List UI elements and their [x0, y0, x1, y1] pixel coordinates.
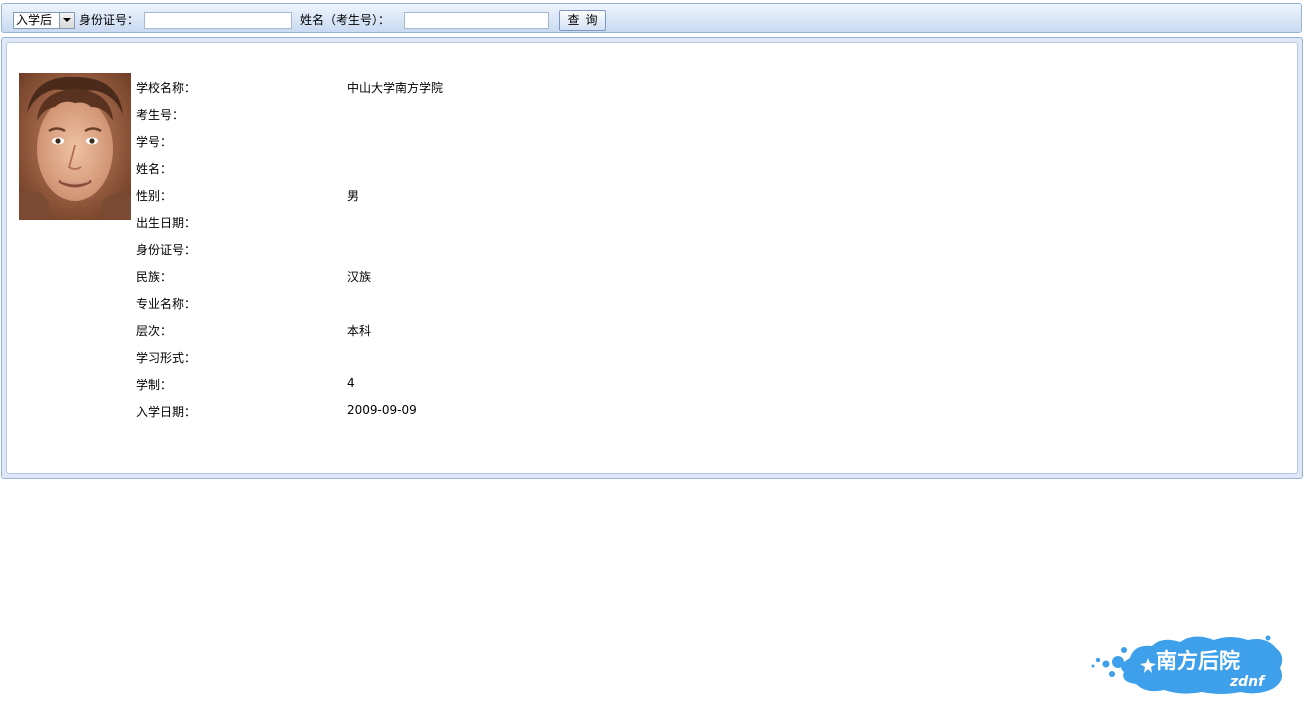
- search-toolbar: 入学后 身份证号： 姓名（考生号）： 查询: [1, 3, 1302, 33]
- id-number-input[interactable]: [144, 12, 292, 29]
- student-photo: [19, 73, 131, 220]
- info-row-gender: 性别： 男: [136, 181, 836, 208]
- info-row-exam-number: 考生号：: [136, 100, 836, 127]
- info-label: 考生号：: [136, 108, 185, 122]
- info-label: 性别：: [136, 189, 173, 203]
- info-value: 4: [347, 376, 355, 390]
- info-value: 本科: [347, 324, 372, 338]
- info-row-study-form: 学习形式：: [136, 343, 836, 370]
- info-row-birth-date: 出生日期：: [136, 208, 836, 235]
- logo-subtext: zdnf: [1229, 674, 1266, 690]
- splash-logo-icon: 南方后院 zdnf: [1091, 635, 1283, 694]
- info-label: 出生日期：: [136, 216, 197, 230]
- info-label: 身份证号：: [136, 243, 197, 257]
- info-value: 中山大学南方学院: [347, 81, 444, 95]
- info-label: 入学日期：: [136, 405, 197, 419]
- student-info-table: 学校名称： 中山大学南方学院 考生号： 学号： 姓名： 性别： 男 出生日期： …: [136, 73, 836, 424]
- info-value: 男: [347, 189, 360, 203]
- chevron-down-icon[interactable]: [59, 13, 74, 28]
- info-value: 2009-09-09: [347, 403, 417, 417]
- info-row-school: 学校名称： 中山大学南方学院: [136, 73, 836, 100]
- logo-text: 南方后院: [1156, 649, 1240, 673]
- info-label: 学习形式：: [136, 351, 197, 365]
- info-label: 姓名：: [136, 162, 173, 176]
- info-label: 民族：: [136, 270, 173, 284]
- info-row-name: 姓名：: [136, 154, 836, 181]
- site-logo: 南方后院 zdnf: [1090, 634, 1286, 696]
- query-button[interactable]: 查询: [559, 10, 606, 31]
- info-label: 学校名称：: [136, 81, 197, 95]
- info-value: 汉族: [347, 270, 372, 284]
- info-row-enrollment-date: 入学日期： 2009-09-09: [136, 397, 836, 424]
- info-row-duration: 学制： 4: [136, 370, 836, 397]
- info-row-major: 专业名称：: [136, 289, 836, 316]
- name-label: 姓名（考生号）：: [300, 13, 391, 27]
- portrait-image: [19, 73, 131, 220]
- info-row-ethnicity: 民族： 汉族: [136, 262, 836, 289]
- info-label: 专业名称：: [136, 297, 197, 311]
- info-label: 层次：: [136, 324, 173, 338]
- name-input[interactable]: [404, 12, 549, 29]
- stage-select-value: 入学后: [16, 13, 53, 27]
- info-label: 学制：: [136, 378, 173, 392]
- stage-select[interactable]: 入学后: [13, 12, 75, 29]
- info-row-student-number: 学号：: [136, 127, 836, 154]
- info-row-level: 层次： 本科: [136, 316, 836, 343]
- info-label: 学号：: [136, 135, 173, 149]
- info-row-id-number: 身份证号：: [136, 235, 836, 262]
- id-number-label: 身份证号：: [79, 13, 140, 27]
